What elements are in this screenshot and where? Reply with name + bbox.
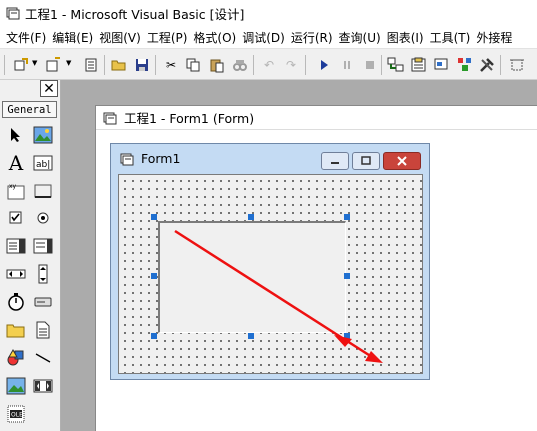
annotation-arrow [174, 229, 383, 363]
